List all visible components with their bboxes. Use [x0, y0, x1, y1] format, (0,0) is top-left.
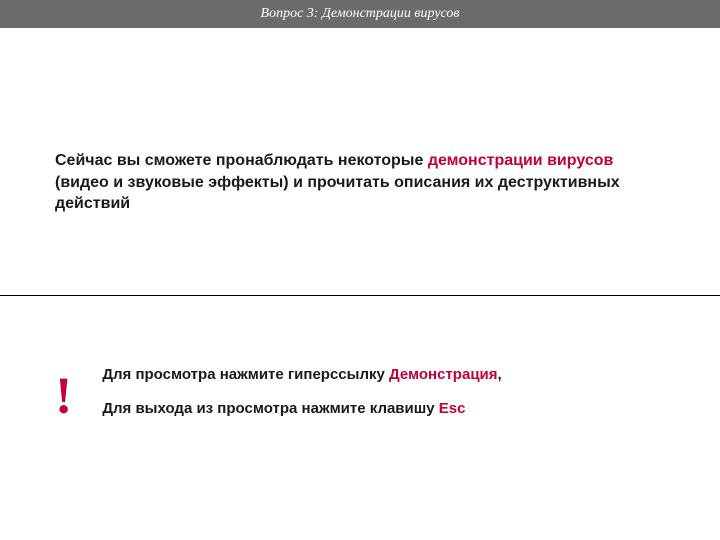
intro-text-part2: (видео и звуковые эффекты) и прочитать о…	[55, 174, 620, 213]
main-paragraph: Сейчас вы сможете пронаблюдать некоторые…	[55, 150, 660, 215]
slide-title: Вопрос 3: Демонстрации вирусов	[261, 6, 460, 22]
instr1-highlight: Демонстрация	[389, 366, 498, 383]
horizontal-divider	[0, 295, 720, 296]
instructions-text: Для просмотра нажмите гиперссылку Демонс…	[102, 365, 660, 432]
instructions-block: ! Для просмотра нажмите гиперссылку Демо…	[55, 365, 660, 432]
intro-highlight: демонстрации вирусов	[428, 152, 614, 169]
instr1-part-a: Для просмотра нажмите гиперссылку	[102, 366, 389, 383]
slide-header-bar: Вопрос 3: Демонстрации вирусов	[0, 0, 720, 28]
instruction-line-1: Для просмотра нажмите гиперссылку Демонс…	[102, 365, 660, 385]
exclamation-icon: !	[55, 371, 72, 423]
instr1-part-b: ,	[498, 366, 502, 383]
intro-text-part1: Сейчас вы сможете пронаблюдать некоторые	[55, 152, 428, 169]
instruction-line-2: Для выхода из просмотра нажмите клавишу …	[102, 399, 660, 419]
instr2-part-a: Для выхода из просмотра нажмите клавишу	[102, 400, 438, 417]
instr2-highlight: Esc	[439, 400, 466, 417]
